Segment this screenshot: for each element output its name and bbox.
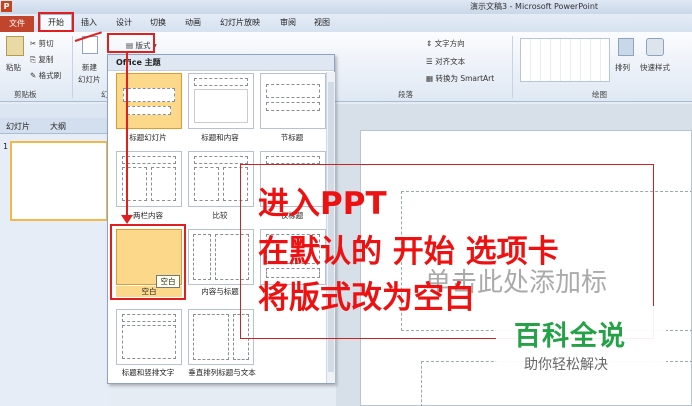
tab-view[interactable]: 视图: [314, 17, 330, 28]
watermark-title: 百科全说: [514, 321, 626, 352]
align-text-button[interactable]: ☰ 对齐文本: [426, 56, 465, 67]
window-title: 演示文稿3 - Microsoft PowerPoint: [470, 2, 599, 11]
annotation-line-3: 将版式改为空白: [258, 280, 475, 316]
arrow-to-blank: [126, 53, 128, 221]
format-painter-button[interactable]: ✎ 格式刷: [30, 70, 61, 81]
cut-label: 剪切: [38, 39, 54, 48]
layout-section-header[interactable]: [260, 73, 326, 129]
smartart-label: 转换为 SmartArt: [435, 74, 495, 83]
new-slide-label[interactable]: 幻灯片: [78, 74, 101, 85]
paragraph-group-label: 段落: [398, 90, 413, 99]
arrow-head-icon: [121, 215, 133, 224]
annotation-line-2: 在默认的 开始 选项卡: [258, 234, 559, 270]
shapes-gallery[interactable]: [520, 38, 610, 82]
clipboard-group-label: 剪贴板: [14, 90, 37, 99]
layout-label: 标题和内容: [201, 133, 239, 142]
arrange-button[interactable]: 排列: [615, 62, 630, 73]
layout-label: 标题幻灯片: [129, 133, 167, 142]
divider: [512, 36, 513, 98]
ribbon-tabs: 文件 开始 插入 设计 切换 动画 幻灯片放映 审阅 视图: [0, 14, 692, 32]
tab-design[interactable]: 设计: [116, 17, 132, 28]
format-painter-label: 格式刷: [38, 71, 62, 80]
ribbon: 粘贴 ✂ 剪切 ⎘ 复制 ✎ 格式刷 剪贴板 新建 幻灯片 ▤ 版式 ▾ 幻 ⇕…: [0, 32, 692, 102]
arrange-icon[interactable]: [618, 38, 634, 56]
tab-outline[interactable]: 大纲: [50, 121, 66, 132]
highlight-layout-button: [107, 33, 155, 53]
new-slide-button[interactable]: 新建: [82, 62, 97, 73]
quick-styles-icon[interactable]: [646, 38, 664, 56]
layout-label: 节标题: [280, 133, 304, 142]
tab-insert[interactable]: 插入: [81, 17, 97, 28]
divider: [72, 36, 73, 98]
gallery-header: Office 主题: [108, 55, 334, 71]
quick-styles-button[interactable]: 快速样式: [640, 62, 670, 73]
paste-button[interactable]: 粘贴: [6, 62, 21, 73]
smartart-button[interactable]: ▦ 转换为 SmartArt: [426, 73, 494, 84]
tab-transitions[interactable]: 切换: [150, 17, 166, 28]
watermark-subtitle: 助你轻松解决: [524, 357, 608, 373]
title-bar: P 演示文稿3 - Microsoft PowerPoint: [0, 0, 692, 14]
tab-slideshow[interactable]: 幻灯片放映: [220, 17, 260, 28]
drawing-group-label: 绘图: [592, 90, 607, 99]
quick-access-toolbar[interactable]: [0, 104, 110, 118]
highlight-home-tab: [38, 12, 74, 32]
panel-tabs: 幻灯片 大纲: [0, 118, 110, 134]
copy-button[interactable]: ⎘ 复制: [30, 54, 53, 65]
tab-review[interactable]: 审阅: [280, 17, 296, 28]
paste-icon[interactable]: [6, 36, 24, 56]
layout-label: 标题和竖排文字: [121, 368, 175, 377]
powerpoint-app-icon[interactable]: P: [1, 1, 12, 12]
align-text-label: 对齐文本: [435, 57, 466, 66]
layout-title-content[interactable]: [188, 73, 254, 129]
layout-title-vertical-text[interactable]: [116, 309, 182, 365]
copy-label: 复制: [38, 55, 54, 64]
text-direction-button[interactable]: ⇕ 文字方向: [426, 38, 465, 49]
watermark: 百科全说 助你轻松解决: [496, 306, 666, 386]
tab-slides[interactable]: 幻灯片: [6, 121, 30, 132]
annotation-line-1: 进入PPT: [258, 186, 387, 222]
highlight-blank-layout: [110, 224, 186, 300]
slide-number: 1: [3, 142, 9, 151]
slide-thumbnail[interactable]: [10, 141, 108, 221]
tab-file[interactable]: 文件: [0, 16, 34, 32]
cut-button[interactable]: ✂ 剪切: [30, 38, 54, 49]
text-direction-label: 文字方向: [434, 39, 465, 48]
tab-animations[interactable]: 动画: [185, 17, 201, 28]
layout-label: 垂直排列标题与文本: [188, 368, 256, 377]
